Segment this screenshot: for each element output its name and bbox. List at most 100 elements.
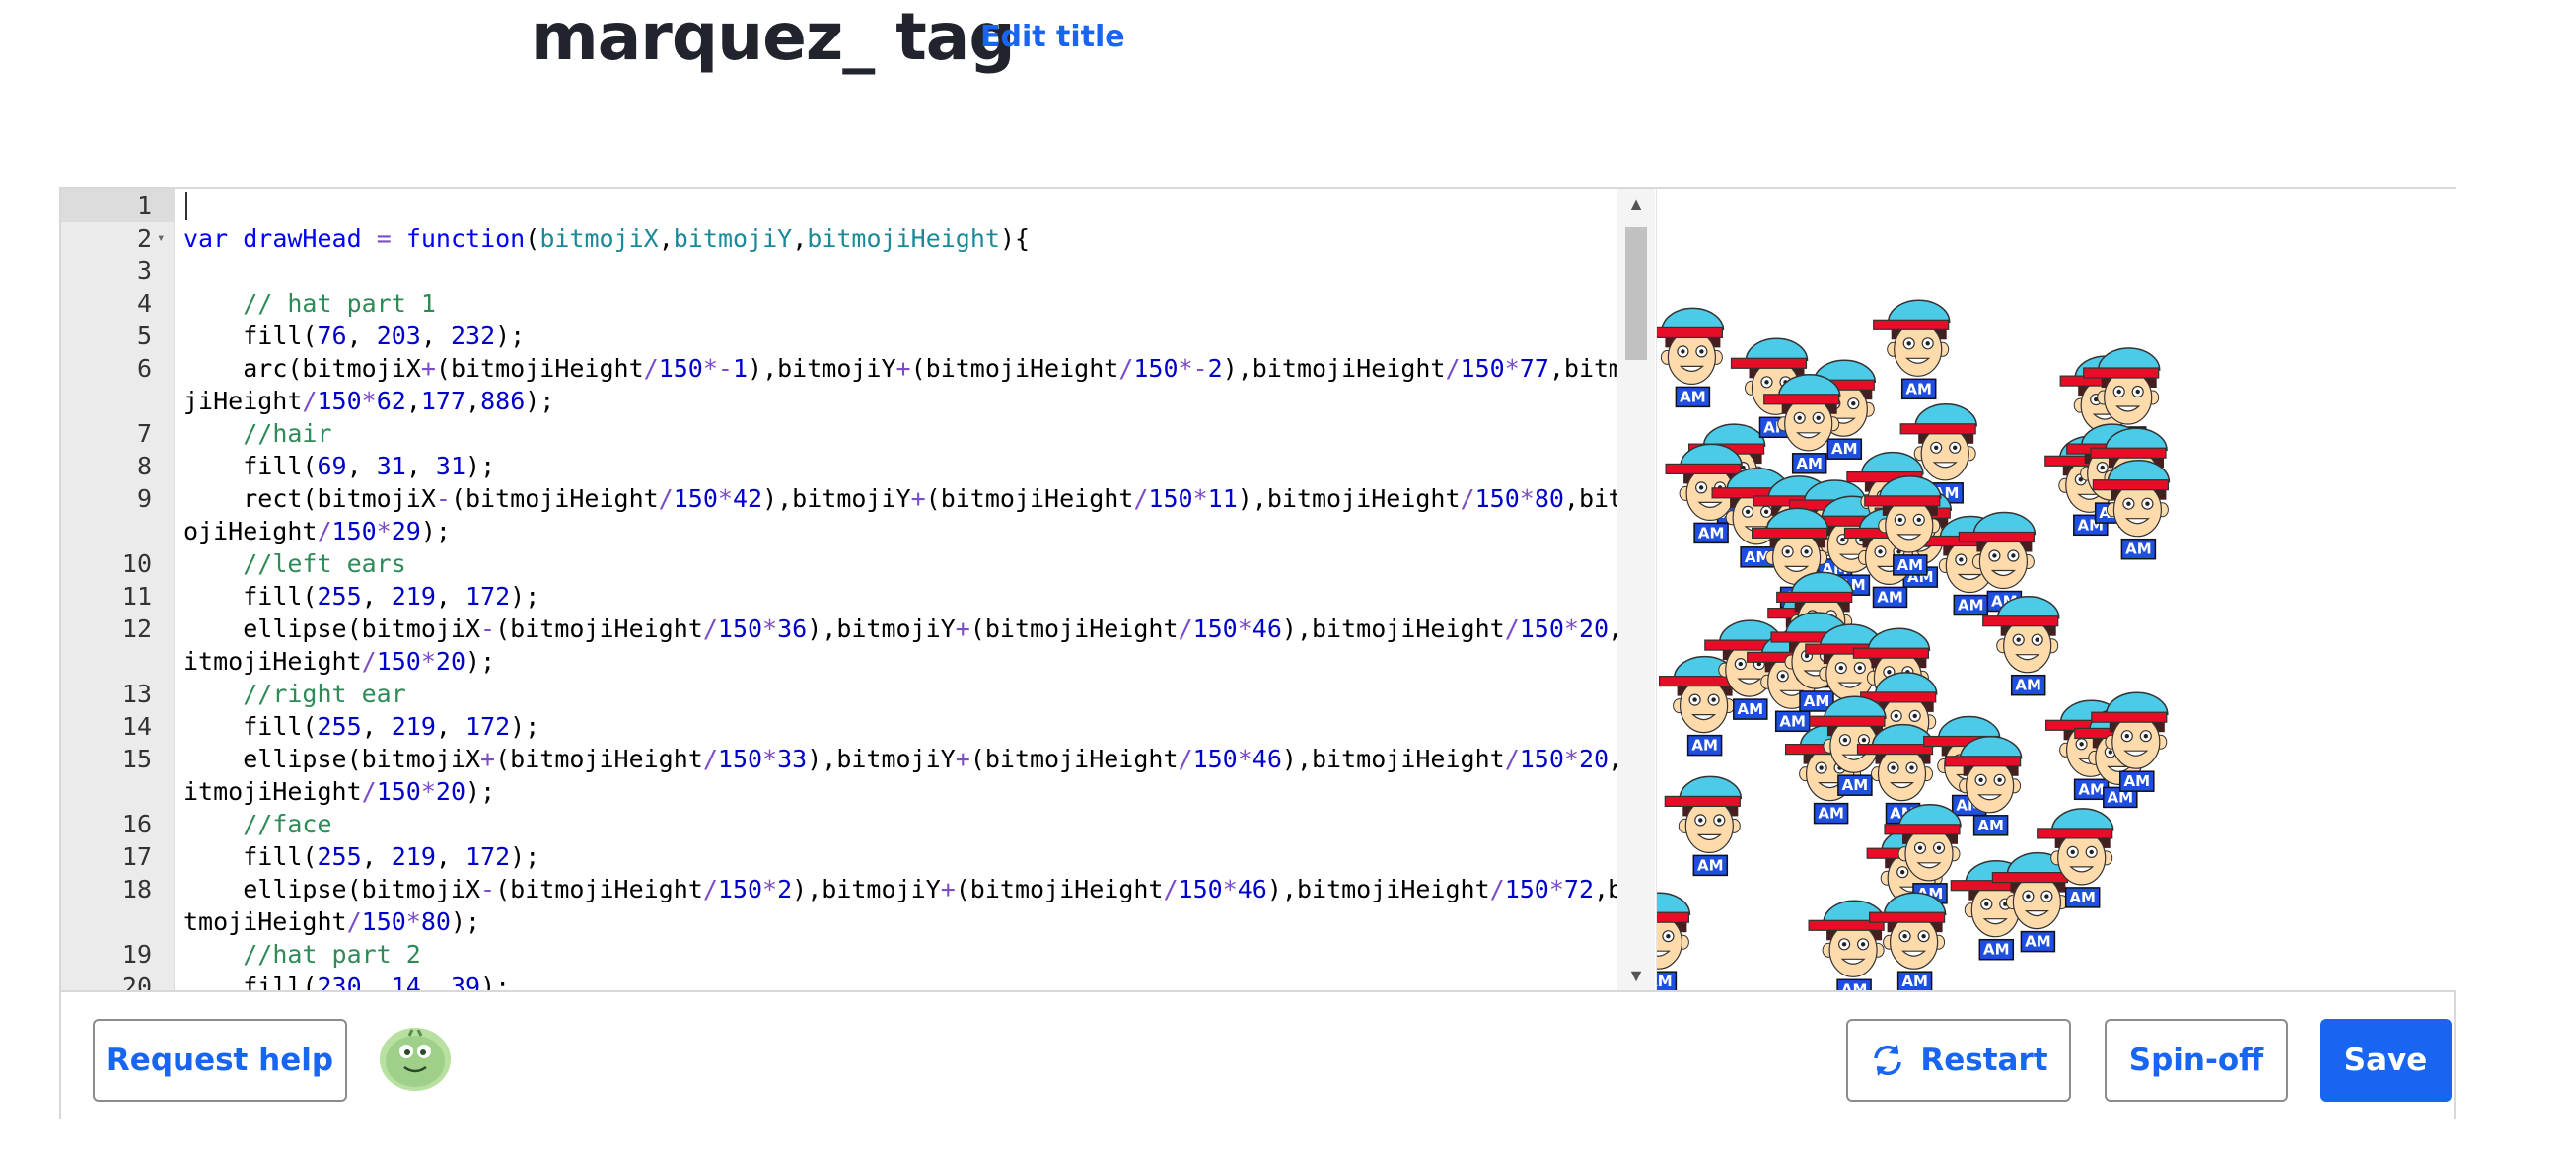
code-token: 255	[317, 842, 362, 871]
hat-brim	[2092, 479, 2169, 491]
code-token: *	[1563, 614, 1579, 643]
code-token: );	[465, 777, 496, 806]
code-token: *	[762, 745, 778, 773]
code-line[interactable]: 9 rect(bitmojiX-(bitmojiHeight/150*42),b…	[61, 482, 1656, 547]
code-text: rect(bitmojiX-(bitmojiHeight/150*42),bit…	[183, 482, 1653, 547]
hat-brim	[1991, 871, 2068, 884]
code-token: /	[317, 517, 332, 545]
bitmoji-head: AM	[1657, 307, 1725, 408]
code-text: fill(255, 219, 172);	[183, 840, 1653, 873]
code-token: *	[420, 647, 436, 676]
badge-label: AM	[2025, 933, 2051, 951]
code-area[interactable]: 1 2 ▾ var drawHead = function(bitmojiX,bit…	[61, 189, 1656, 990]
line-number: 6	[136, 354, 152, 383]
code-line[interactable]: 14 fill(255, 219, 172);	[61, 710, 1656, 743]
code-token: +	[910, 484, 926, 513]
code-line[interactable]: 18 ellipse(bitmojiX-(bitmojiHeight/150*2…	[61, 873, 1656, 938]
line-number: 3	[136, 256, 152, 285]
code-line[interactable]: 20 fill(230, 14, 39);	[61, 971, 1656, 990]
code-token: *	[1237, 614, 1252, 643]
code-token: );	[450, 907, 481, 936]
code-token: +	[895, 354, 911, 383]
hat-brim	[1958, 531, 2035, 543]
hat-brim	[2083, 367, 2160, 379]
code-token: fill(	[183, 582, 318, 611]
code-token: (bitmojiHeight	[495, 614, 703, 643]
code-token: 150	[717, 875, 763, 903]
code-token: +	[420, 354, 436, 383]
badge-label: AM	[1877, 588, 1903, 606]
bitmoji-canvas-drawing: AM AM AM AM AM AM AM AM AM AM AM AM AM AM AM AM AM AM AM AM…	[1657, 299, 2171, 990]
code-token: ,	[346, 452, 377, 480]
code-token: 172	[465, 582, 511, 611]
code-token: 33	[777, 745, 808, 773]
editor-panel: 1 2 ▾ var drawHead = function(bitmojiX,bit…	[59, 187, 2456, 1121]
restart-button[interactable]: Restart	[1846, 1019, 2071, 1102]
code-line[interactable]: 17 fill(255, 219, 172);	[61, 840, 1656, 873]
code-line[interactable]: 15 ellipse(bitmojiX+(bitmojiHeight/150*3…	[61, 743, 1656, 808]
request-help-button[interactable]: Request help	[93, 1019, 347, 1102]
code-line[interactable]: 3	[61, 254, 1656, 287]
hat-brim	[2037, 828, 2113, 839]
code-line[interactable]: 1	[61, 189, 1656, 222]
code-line[interactable]: 10 //left ears	[61, 547, 1656, 580]
scroll-down-icon[interactable]: ▼	[1617, 961, 1655, 990]
code-line[interactable]: 13 //right ear	[61, 678, 1656, 710]
code-line[interactable]: 5 fill(76, 203, 232);	[61, 320, 1656, 352]
code-token: bitmojiHeight	[807, 224, 1000, 253]
code-token: ellipse(bitmojiX	[183, 614, 481, 643]
code-line[interactable]: 8 fill(69, 31, 31);	[61, 450, 1656, 482]
hat-brim	[1657, 911, 1690, 923]
output-canvas[interactable]: AM AM AM AM AM AM AM AM AM AM AM AM AM AM AM AM AM AM AM AM…	[1656, 189, 2456, 990]
code-token: );	[510, 842, 540, 871]
code-token: +	[940, 875, 956, 903]
code-token: ),bitmojiY	[807, 614, 956, 643]
line-number: 13	[121, 680, 152, 708]
code-token: ,	[792, 224, 808, 253]
code-line[interactable]: 16 //face	[61, 808, 1656, 840]
code-token: (bitmojiHeight	[495, 745, 703, 773]
code-token: 69	[317, 452, 347, 480]
scrollbar-thumb[interactable]	[1625, 227, 1647, 360]
code-line[interactable]: 11 fill(255, 219, 172);	[61, 580, 1656, 613]
code-line[interactable]: 7 //hair	[61, 417, 1656, 450]
code-token: 20	[435, 647, 466, 676]
code-token: *-	[702, 354, 733, 383]
badge-label: AM	[1738, 700, 1764, 718]
code-token: /	[702, 745, 718, 773]
hat-brim	[1869, 911, 1946, 923]
line-number: 9	[136, 484, 152, 513]
fold-arrow-icon[interactable]: ▾	[157, 222, 165, 254]
code-editor[interactable]: 1 2 ▾ var drawHead = function(bitmojiX,bit…	[61, 189, 1656, 990]
code-line[interactable]: 4 // hat part 1	[61, 287, 1656, 320]
badge-label: AM	[1818, 805, 1844, 823]
code-token: 150	[673, 484, 718, 513]
code-line[interactable]: 6 arc(bitmojiX+(bitmojiHeight/150*-1),bi…	[61, 352, 1656, 417]
code-text: fill(255, 219, 172);	[183, 710, 1653, 743]
scroll-up-icon[interactable]: ▲	[1617, 189, 1655, 219]
code-text: //face	[183, 808, 1653, 840]
code-line[interactable]: 12 ellipse(bitmojiX-(bitmojiHeight/150*3…	[61, 613, 1656, 678]
code-line[interactable]: 19 //hat part 2	[61, 938, 1656, 971]
hat-brim	[1763, 394, 1840, 405]
edit-title-link[interactable]: Edit title	[980, 18, 1125, 57]
editor-scrollbar[interactable]: ▲ ▼	[1617, 189, 1655, 990]
code-line[interactable]: 2 ▾ var drawHead = function(bitmojiX,bitmo…	[61, 222, 1656, 254]
code-token: 2	[1207, 354, 1223, 383]
code-token: /	[702, 614, 718, 643]
badge-label: AM	[1691, 737, 1718, 755]
code-token: *	[1563, 745, 1579, 773]
code-token: 150	[1474, 484, 1520, 513]
badge-label: AM	[2069, 889, 2096, 906]
save-button[interactable]: Save	[2320, 1019, 2452, 1102]
text-cursor	[185, 192, 187, 220]
code-token: // hat part 1	[183, 289, 436, 318]
code-token: /	[1163, 875, 1179, 903]
code-token: /	[346, 907, 362, 936]
spin-off-button[interactable]: Spin-off	[2105, 1019, 2288, 1102]
code-token: ,	[435, 582, 466, 611]
badge-label: AM	[1901, 973, 1928, 990]
badge-label: AM	[1804, 692, 1830, 710]
code-token: 2	[777, 875, 793, 903]
